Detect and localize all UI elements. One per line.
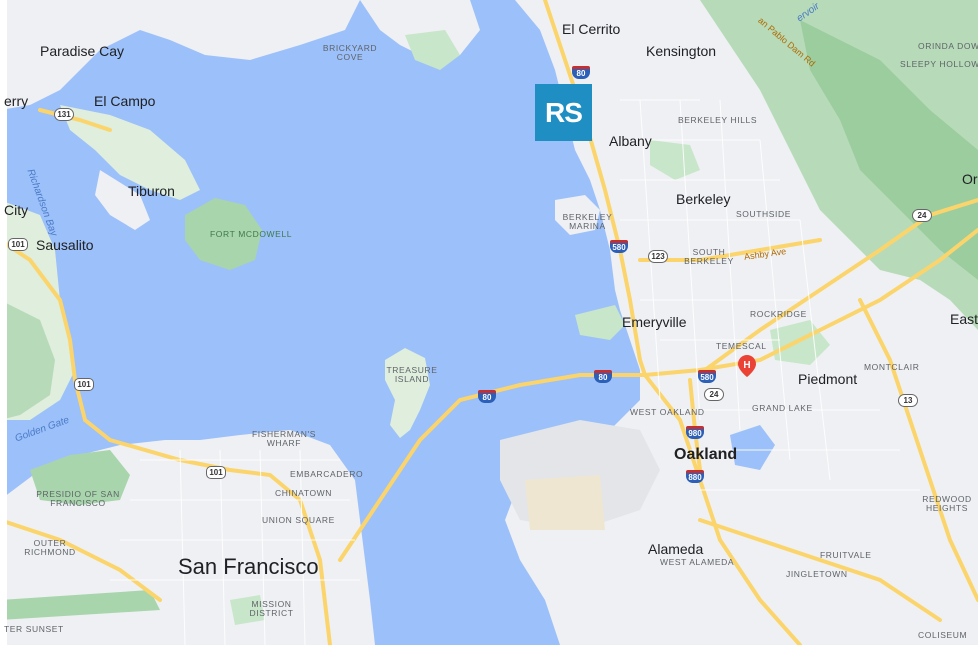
shield-i980: 980 [686,426,704,439]
map-view[interactable]: RS H San Francisco Oakland Berkeley Alba… [0,0,978,645]
svg-text:H: H [743,360,750,371]
shield-i880: 880 [686,470,704,483]
map-left-border [0,0,7,645]
shield-ca24-oakland: 24 [704,388,724,401]
shield-i80-bridge: 80 [478,390,496,403]
shield-i80-north: 80 [572,66,590,79]
shield-ca24-berkeley: 24 [912,209,932,222]
hospital-marker-icon[interactable]: H [738,355,756,377]
shield-i580-oakland: 580 [698,370,716,383]
sf-park-2 [230,595,265,625]
shield-us101-marin: 101 [74,378,94,391]
shield-ca13: 13 [898,394,918,407]
shield-i80-east: 80 [594,370,612,383]
shield-ca131: 131 [54,108,74,121]
shield-ca123: 123 [648,250,668,263]
shield-us101-sf: 101 [206,466,226,479]
shield-i580: 580 [610,240,628,253]
port-sand [525,475,605,530]
brand-logo[interactable]: RS [535,84,592,141]
shield-us101-sausalito: 101 [8,238,28,251]
map-canvas[interactable] [0,0,978,645]
